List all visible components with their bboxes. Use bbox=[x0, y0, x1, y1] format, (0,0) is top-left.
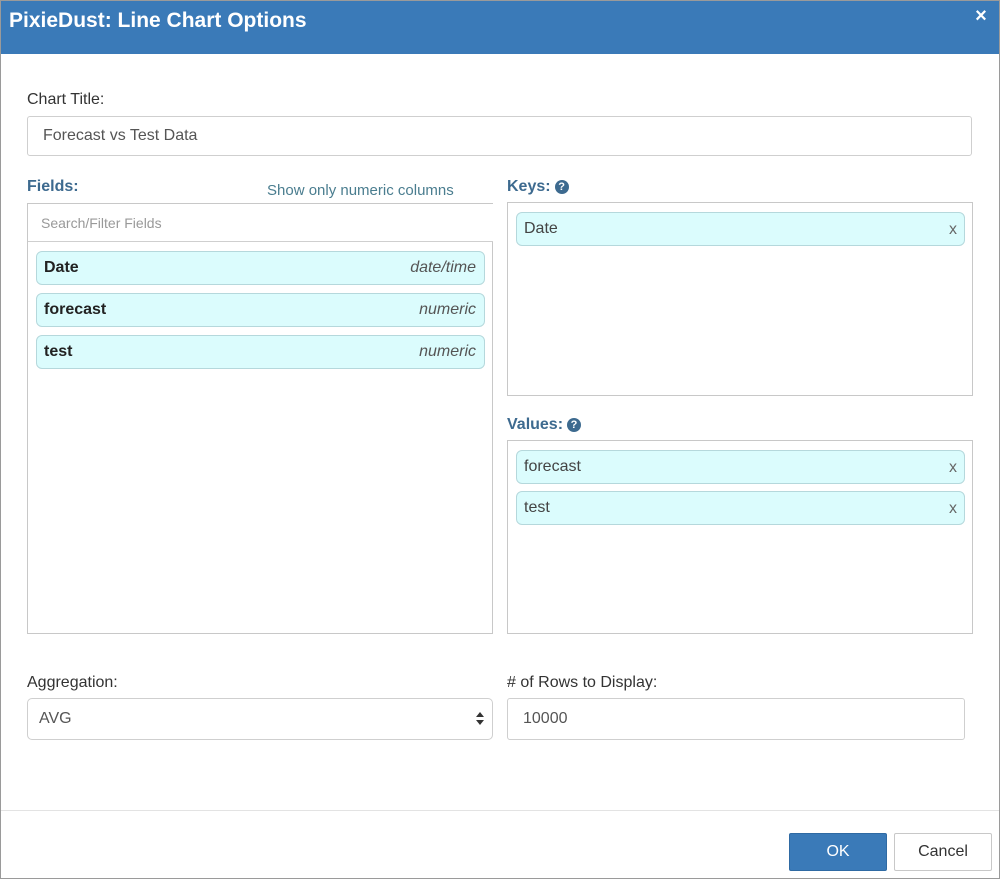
field-name: Date bbox=[44, 259, 79, 276]
dialog-title: PixieDust: Line Chart Options bbox=[9, 9, 307, 32]
field-item-forecast[interactable]: forecast numeric bbox=[36, 293, 485, 327]
chart-title-label: Chart Title: bbox=[27, 91, 105, 108]
chart-title-input[interactable] bbox=[27, 116, 972, 156]
question-circle-icon[interactable]: ? bbox=[554, 180, 569, 194]
aggregation-label: Aggregation: bbox=[27, 674, 118, 691]
fields-label: Fields: bbox=[27, 178, 79, 195]
rows-to-display-input[interactable] bbox=[507, 698, 965, 740]
remove-icon[interactable]: x bbox=[949, 221, 957, 239]
field-item-date[interactable]: Date date/time bbox=[36, 251, 485, 285]
ok-button[interactable]: OK bbox=[789, 833, 887, 871]
value-chip-test[interactable]: test x bbox=[516, 491, 965, 525]
rows-to-display-label: # of Rows to Display: bbox=[507, 674, 658, 691]
keys-label: Keys:? bbox=[507, 177, 569, 197]
field-item-test[interactable]: test numeric bbox=[36, 335, 485, 369]
field-type: numeric bbox=[419, 301, 476, 318]
remove-icon[interactable]: x bbox=[949, 459, 957, 477]
key-chip-date[interactable]: Date x bbox=[516, 212, 965, 246]
remove-icon[interactable]: x bbox=[949, 500, 957, 518]
line-chart-options-dialog: PixieDust: Line Chart Options × Chart Ti… bbox=[0, 0, 1000, 879]
field-type: date/time bbox=[410, 259, 476, 276]
select-arrows-icon bbox=[475, 708, 485, 730]
values-drop-panel[interactable]: forecast x test x bbox=[507, 440, 973, 634]
show-numeric-columns-link[interactable]: Show only numeric columns bbox=[267, 182, 454, 200]
values-label-text: Values: bbox=[507, 416, 564, 433]
search-filter-fields-input[interactable] bbox=[28, 204, 493, 242]
keys-drop-panel[interactable]: Date x bbox=[507, 202, 973, 396]
keys-label-text: Keys: bbox=[507, 178, 551, 195]
aggregation-selected-value: AVG bbox=[39, 710, 72, 727]
values-label: Values:? bbox=[507, 415, 582, 435]
value-chip-forecast[interactable]: forecast x bbox=[516, 450, 965, 484]
field-name: forecast bbox=[44, 301, 107, 318]
fields-list-panel: Date date/time forecast numeric test num… bbox=[27, 203, 493, 634]
key-name: Date bbox=[524, 220, 558, 237]
dialog-header: PixieDust: Line Chart Options × bbox=[1, 1, 999, 54]
question-circle-icon[interactable]: ? bbox=[567, 418, 582, 432]
cancel-button[interactable]: Cancel bbox=[894, 833, 992, 871]
value-name: test bbox=[524, 499, 550, 516]
close-icon[interactable]: × bbox=[972, 6, 990, 26]
field-name: test bbox=[44, 343, 73, 360]
footer-divider bbox=[1, 810, 999, 811]
value-name: forecast bbox=[524, 458, 581, 475]
aggregation-select[interactable]: AVG bbox=[27, 698, 493, 740]
field-type: numeric bbox=[419, 343, 476, 360]
